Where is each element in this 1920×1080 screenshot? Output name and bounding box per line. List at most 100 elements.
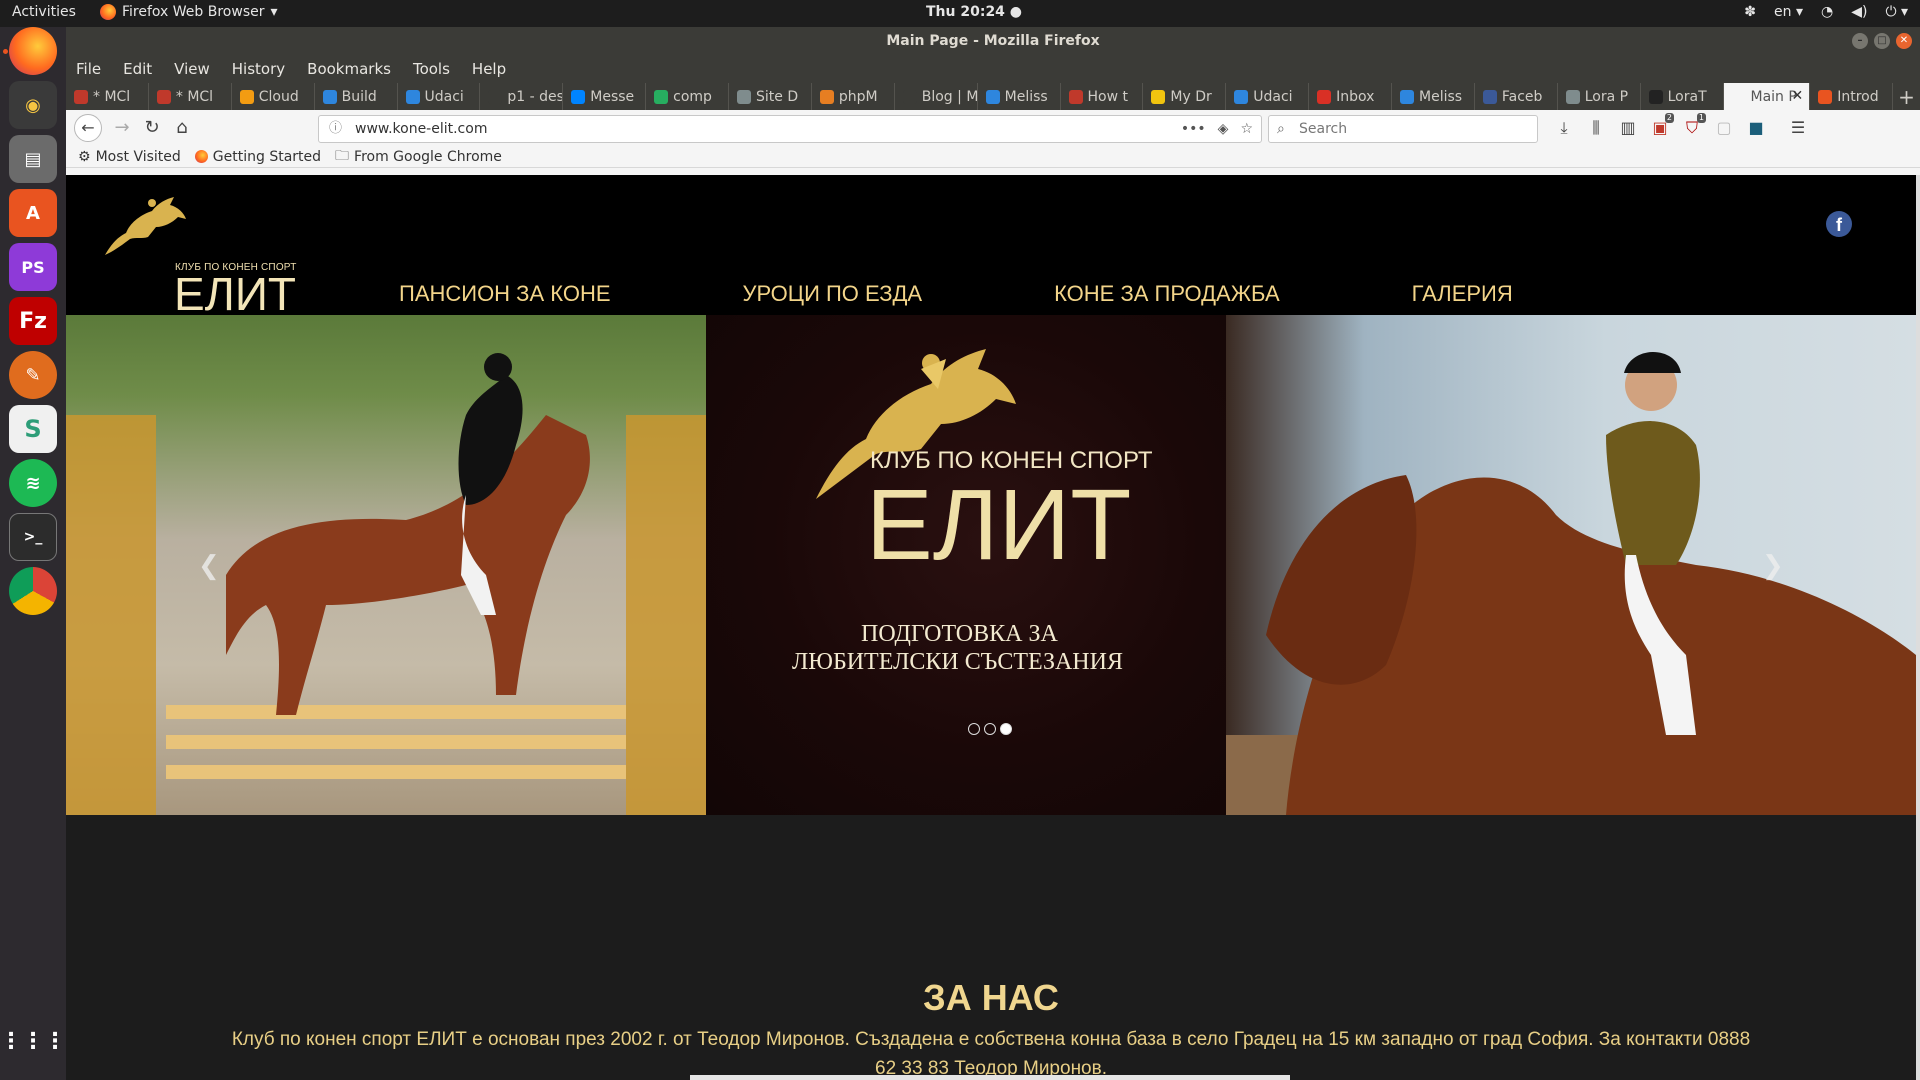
browser-tab[interactable]: comp: [646, 83, 729, 110]
filezilla-dock-icon[interactable]: Fz: [9, 297, 57, 345]
activities-button[interactable]: Activities: [12, 4, 76, 20]
hamburger-menu-icon[interactable]: ☰: [1788, 118, 1808, 138]
show-apps-icon[interactable]: ⋮⋮⋮: [0, 1017, 66, 1065]
tab-close-icon[interactable]: ✕: [1791, 88, 1803, 104]
slider-dot[interactable]: [984, 723, 996, 735]
minimize-icon[interactable]: –: [1852, 33, 1868, 49]
nav-horses-for-sale[interactable]: КОНЕ ЗА ПРОДАЖБА: [1054, 281, 1280, 307]
firefox-dock-icon[interactable]: [9, 27, 57, 75]
wifi-icon[interactable]: ◔: [1821, 4, 1833, 20]
slider-dot[interactable]: [968, 723, 980, 735]
tab-favicon-icon: [737, 89, 751, 104]
tab-favicon-icon: [1648, 89, 1663, 104]
settings-icon[interactable]: ✽: [1744, 4, 1756, 20]
browser-tab[interactable]: Blog | Me: [895, 83, 978, 110]
search-input[interactable]: ⌕ Search: [1268, 115, 1538, 143]
files-dock-icon[interactable]: ▤: [9, 135, 57, 183]
chrome-dock-icon[interactable]: [9, 567, 57, 615]
extension-icon[interactable]: ▣ 2: [1650, 113, 1674, 138]
clock[interactable]: Thu 20:24 ●: [926, 4, 1022, 20]
browser-tab[interactable]: Messe: [563, 83, 647, 110]
page-scrollbar[interactable]: [1916, 175, 1920, 1080]
close-icon[interactable]: ✕: [1896, 33, 1912, 49]
rhythmbox-dock-icon[interactable]: ◉: [9, 81, 57, 129]
browser-tab[interactable]: Meliss: [1392, 83, 1475, 110]
page-actions-icon[interactable]: •••: [1181, 116, 1206, 142]
bookmark-most-visited[interactable]: ⚙ Most Visited: [78, 149, 181, 165]
jumping-horse-illustration: [66, 353, 716, 815]
folder-icon: 🗀: [335, 147, 350, 164]
volume-icon[interactable]: ◀): [1851, 4, 1867, 20]
extension-gray-icon[interactable]: ▢: [1714, 118, 1734, 138]
browser-tab[interactable]: Udaci: [398, 83, 481, 110]
browser-tab[interactable]: * MCl: [66, 83, 149, 110]
browser-tab[interactable]: How t: [1061, 83, 1144, 110]
power-icon[interactable]: ⏻ ▾: [1885, 4, 1908, 20]
bookmark-getting-started[interactable]: Getting Started: [194, 149, 321, 165]
nav-boarding[interactable]: ПАНСИОН ЗА КОНЕ: [399, 281, 611, 307]
browser-tab[interactable]: LoraT: [1641, 83, 1724, 110]
menu-history[interactable]: History: [232, 60, 285, 78]
slider-prev-icon[interactable]: ❮: [198, 551, 220, 581]
extension-blue-icon[interactable]: ■: [1746, 118, 1766, 138]
nav-riding-lessons[interactable]: УРОЦИ ПО ЕЗДА: [743, 281, 923, 307]
sidebar-icon[interactable]: ▥: [1618, 118, 1638, 138]
horse-rider-logo-icon: [105, 197, 186, 255]
browser-tab[interactable]: Cloud: [232, 83, 315, 110]
new-tab-button[interactable]: +: [1893, 83, 1920, 110]
spotify-dock-icon[interactable]: ≋: [9, 459, 57, 507]
tab-label: * MCl: [175, 88, 214, 105]
language-selector[interactable]: en ▾: [1774, 4, 1803, 20]
bookmark-label: Most Visited: [95, 148, 181, 165]
browser-tab[interactable]: Inbox: [1309, 83, 1392, 110]
menu-view[interactable]: View: [174, 60, 210, 78]
home-button[interactable]: ⌂: [170, 116, 194, 140]
browser-tab[interactable]: p1 - desig: [480, 83, 564, 110]
ublock-icon[interactable]: ⛉ 1: [1682, 113, 1706, 138]
browser-tab[interactable]: Introd: [1810, 83, 1894, 110]
terminal-dock-icon[interactable]: >_: [9, 513, 57, 561]
browser-tab[interactable]: Main P ✕: [1723, 83, 1811, 110]
url-bar[interactable]: ⓘ www.kone-elit.com ••• ◈ ☆: [318, 115, 1262, 143]
menu-tools[interactable]: Tools: [413, 60, 450, 78]
tab-label: phpM: [838, 88, 878, 105]
menu-file[interactable]: File: [76, 60, 101, 78]
browser-tab[interactable]: Faceb: [1475, 83, 1558, 110]
browser-tab[interactable]: Build: [315, 83, 398, 110]
browser-tab[interactable]: Meliss: [978, 83, 1061, 110]
slider-dot[interactable]: [1000, 723, 1012, 735]
bookmark-folder-chrome[interactable]: 🗀 From Google Chrome: [335, 145, 502, 169]
menu-help[interactable]: Help: [472, 60, 506, 78]
downloads-icon[interactable]: ⤓: [1554, 118, 1574, 138]
tab-favicon-icon: [1565, 89, 1580, 104]
menu-bookmarks[interactable]: Bookmarks: [307, 60, 391, 78]
app-menu[interactable]: Firefox Web Browser ▾: [100, 4, 278, 20]
slider-next-icon[interactable]: ❯: [1762, 551, 1784, 581]
tab-label: Blog | Me: [921, 88, 978, 105]
postman-dock-icon[interactable]: ✎: [9, 351, 57, 399]
forward-button[interactable]: →: [110, 116, 134, 140]
maximize-icon[interactable]: □: [1874, 33, 1890, 49]
site-logo[interactable]: КЛУБ ПО КОНЕН СПОРТ ЕЛИТ: [100, 193, 296, 317]
system-tray[interactable]: ✽ en ▾ ◔ ◀) ⏻ ▾: [1744, 4, 1908, 20]
menu-edit[interactable]: Edit: [123, 60, 152, 78]
info-icon[interactable]: ⓘ: [329, 116, 342, 142]
bookmark-star-icon[interactable]: ☆: [1240, 116, 1253, 142]
browser-tab[interactable]: * MCl: [149, 83, 232, 110]
nav-gallery[interactable]: ГАЛЕРИЯ: [1412, 281, 1513, 307]
facebook-icon[interactable]: f: [1826, 211, 1852, 237]
tab-label: Messe: [590, 88, 635, 105]
browser-tab[interactable]: Udaci: [1226, 83, 1310, 110]
reload-button[interactable]: ↻: [140, 116, 164, 140]
software-dock-icon[interactable]: A: [9, 189, 57, 237]
phpstorm-dock-icon[interactable]: PS: [9, 243, 57, 291]
browser-tab[interactable]: phpM: [812, 83, 895, 110]
browser-tab[interactable]: Lora P: [1558, 83, 1641, 110]
library-icon[interactable]: ⫼: [1586, 118, 1606, 138]
back-button[interactable]: ←: [74, 114, 102, 142]
browser-tab[interactable]: Site D: [729, 83, 812, 110]
browser-tab[interactable]: My Dr: [1143, 83, 1227, 110]
pocket-icon[interactable]: ◈: [1218, 116, 1229, 142]
slack-dock-icon[interactable]: S: [9, 405, 57, 453]
tab-favicon-icon: [1317, 89, 1332, 104]
